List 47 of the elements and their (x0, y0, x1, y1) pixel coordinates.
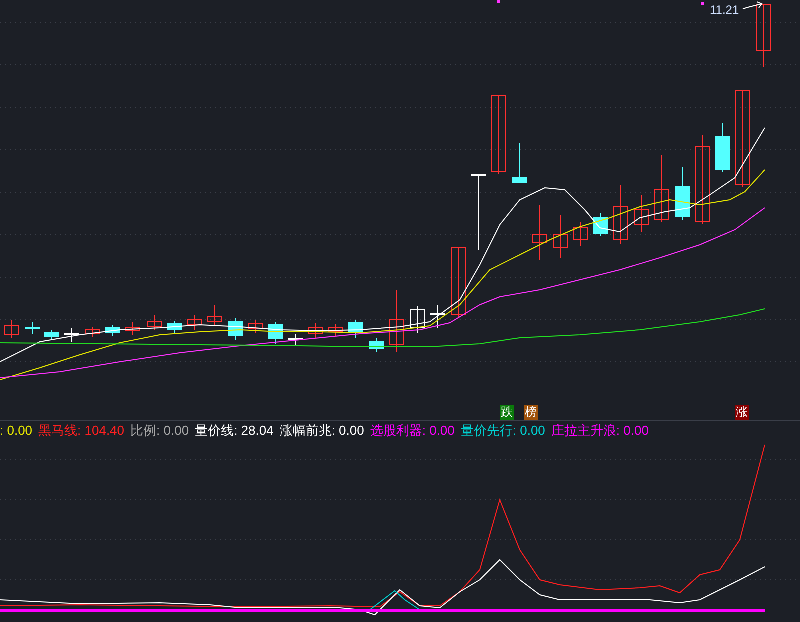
candlestick (168, 320, 182, 334)
candlestick (554, 214, 568, 258)
signal-marker: 涨 (735, 405, 749, 420)
candlestick (512, 142, 528, 184)
indicator-value: 庄拉主升浪: 0.00 (551, 422, 649, 438)
candlestick (4, 320, 20, 338)
candlestick (268, 322, 284, 344)
candlestick (716, 122, 730, 172)
candlestick (594, 212, 608, 236)
indicator-value: 涨幅前兆: 0.00 (280, 422, 364, 438)
candlestick (676, 166, 690, 220)
candlestick (370, 338, 384, 352)
candlestick (574, 222, 588, 246)
indicator-value: 选股利器: 0.00 (370, 422, 455, 438)
candlestick (188, 314, 202, 330)
indicator-value: 量价线: 28.04 (195, 422, 274, 438)
indicator-value: 量价先行: 0.00 (460, 422, 546, 438)
candlestick (634, 194, 650, 232)
candlestick (86, 326, 100, 338)
candlestick (654, 154, 670, 222)
indicator-value: 比例: 0.00 (130, 422, 190, 438)
candlestick (430, 304, 446, 328)
price-label: 11.21 (710, 3, 740, 17)
candlestick (148, 314, 162, 330)
candlestick (26, 322, 40, 334)
candlestick (248, 320, 264, 334)
candlestick (228, 318, 244, 340)
candlestick (44, 330, 60, 340)
candlestick (308, 322, 324, 338)
indicator-value: 黑马线: 104.40 (38, 422, 125, 438)
signal-marker: 跌 (500, 405, 514, 420)
candlestick (348, 320, 364, 338)
candlestick (64, 328, 80, 342)
candlestick (410, 306, 426, 334)
candlestick (390, 290, 404, 352)
candlestick (288, 334, 304, 346)
candlestick (208, 304, 222, 326)
candlestick (532, 204, 548, 260)
candlestick (126, 322, 140, 336)
candlestick (614, 184, 628, 244)
candlestick (106, 324, 120, 336)
indicator-value: : 0.00 (0, 422, 33, 438)
candlestick (452, 248, 466, 318)
leader-line (742, 2, 763, 10)
candlestick (328, 324, 344, 336)
candlestick (756, 4, 772, 68)
signal-marker: 榜 (524, 405, 538, 420)
